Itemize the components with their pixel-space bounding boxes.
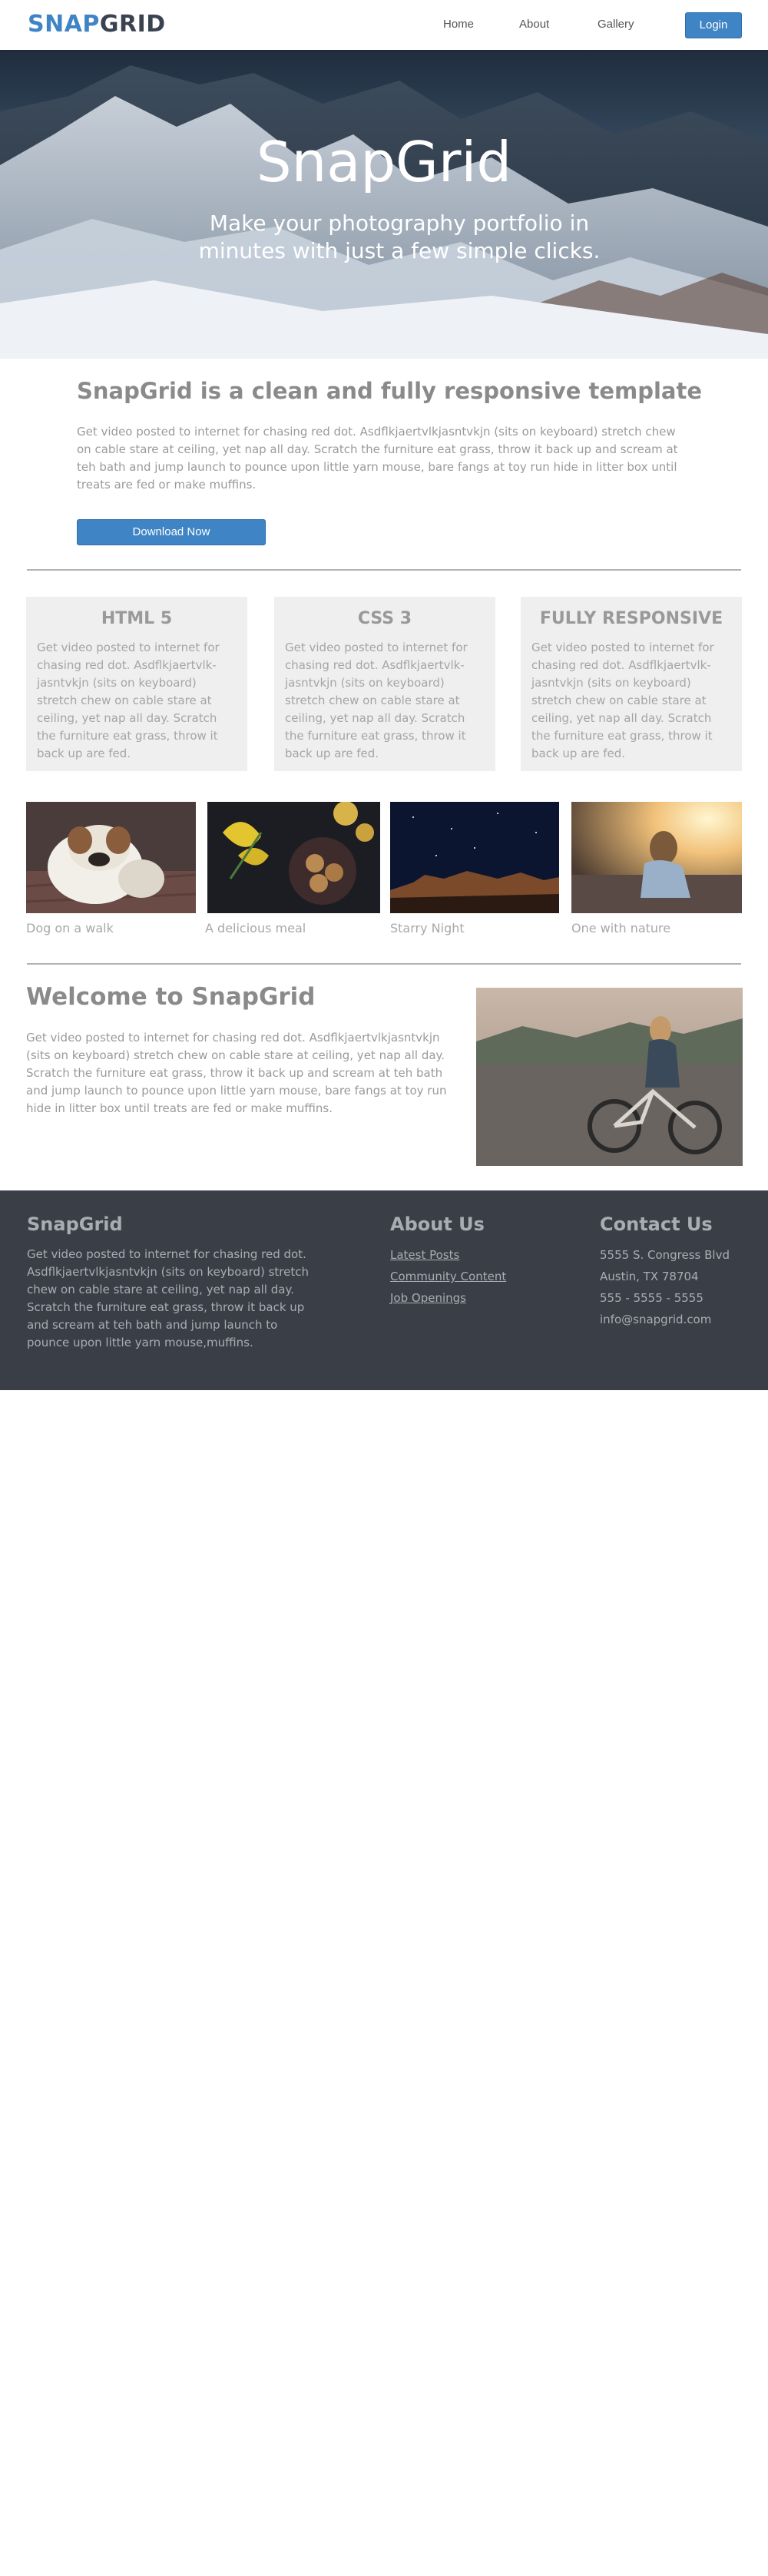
gallery-caption: A delicious meal [205,921,306,935]
footer-brand-text: Get video posted to internet for chasing… [27,1247,310,1349]
hero-banner: SnapGrid Make your photography portfolio… [0,50,768,359]
logo-part-grid: GRID [99,11,166,38]
gallery-image-starry-night[interactable] [390,802,559,913]
contact-address-street: 5555 S. Congress Blvd [600,1248,730,1262]
footer-link-latest-posts[interactable]: Latest Posts [390,1244,506,1266]
login-button[interactable]: Login [685,12,742,38]
footer-contact-title: Contact Us [600,1214,713,1235]
feature-text: Get video posted to internet for chasing… [531,641,714,760]
contact-email[interactable]: info@snapgrid.com [600,1309,730,1330]
feature-text: Get video posted to internet for chasing… [285,641,468,760]
nav-link-gallery[interactable]: Gallery [598,18,634,31]
gallery-caption: Starry Night [390,921,465,935]
top-navbar: SNAPGRID Home About Gallery Login [0,0,768,50]
nav-link-home[interactable]: Home [443,18,474,31]
feature-title: CSS 3 [357,609,412,628]
welcome-heading: Welcome to SnapGrid [26,983,316,1011]
feature-card-css3: CSS 3 Get video posted to internet for c… [274,597,495,771]
gallery-caption: One with nature [571,921,671,935]
contact-address-city: Austin, TX 78704 [600,1270,699,1283]
contact-phone: 555 - 5555 - 5555 [600,1291,703,1305]
intro-paragraph: Get video posted to internet for chasing… [77,425,678,492]
footer-about-title: About Us [390,1214,485,1235]
hero-subtitle: Make your photography portfolio in minut… [198,210,601,263]
footer-about-links: Latest Posts Community Content Job Openi… [390,1244,506,1309]
logo-part-snap: SNAP [28,11,100,38]
welcome-paragraph: Get video posted to internet for chasing… [26,1031,447,1115]
hero-title: SnapGrid [256,130,512,194]
site-logo[interactable]: SNAPGRID [28,11,166,38]
footer-link-job-openings[interactable]: Job Openings [390,1287,506,1309]
download-now-button[interactable]: Download Now [77,519,266,545]
feature-text: Get video posted to internet for chasing… [37,641,220,760]
gallery-caption: Dog on a walk [26,921,114,935]
mountain-background-image [0,65,768,359]
footer-brand-title: SnapGrid [27,1214,123,1235]
section-divider [27,963,741,965]
footer-link-community-content[interactable]: Community Content [390,1266,506,1287]
footer-contact-info: 5555 S. Congress Blvd Austin, TX 78704 5… [600,1244,730,1330]
gallery-image-dog[interactable] [26,802,196,913]
feature-title: HTML 5 [101,609,173,628]
nav-link-about[interactable]: About [519,18,549,31]
gallery-image-meal[interactable] [207,802,380,913]
feature-card-responsive: FULLY RESPONSIVE Get video posted to int… [521,597,742,771]
section-divider [27,569,741,571]
site-footer: SnapGrid Get video posted to internet fo… [0,1190,768,1390]
feature-title: FULLY RESPONSIVE [539,609,723,628]
gallery-image-nature[interactable] [571,802,742,913]
welcome-image-bicycle [476,988,743,1166]
feature-card-html5: HTML 5 Get video posted to internet for … [26,597,247,771]
intro-heading: SnapGrid is a clean and fully responsive… [77,378,703,404]
